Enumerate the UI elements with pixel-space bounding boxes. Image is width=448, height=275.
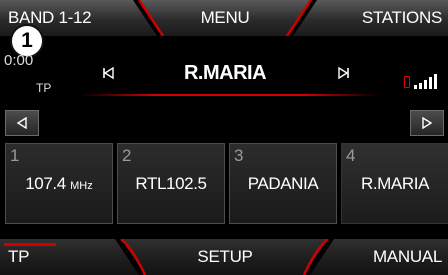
stations-tab[interactable]: STATIONS: [300, 0, 448, 36]
bottom-tab-bar: TP SETUP MANUAL: [0, 239, 448, 275]
next-station-button[interactable]: [410, 110, 444, 136]
clock: 0:00: [4, 52, 34, 69]
preset-label: 107.4 MHz: [6, 174, 112, 194]
signal-icon: [414, 74, 437, 89]
tab-separator: [133, 0, 165, 36]
skip-back-icon[interactable]: [101, 66, 115, 80]
preset-number: 3: [234, 146, 244, 165]
preset-number: 4: [346, 146, 356, 165]
tab-separator: [302, 239, 334, 275]
skip-forward-icon[interactable]: [337, 66, 351, 80]
menu-label: MENU: [200, 8, 250, 27]
preset-button-2[interactable]: 2 RTL102.5: [117, 143, 225, 224]
top-tab-bar: BAND 1-12 MENU STATIONS: [0, 0, 448, 36]
battery-icon: [404, 76, 410, 88]
prev-station-button[interactable]: [5, 110, 39, 136]
preset-label: RTL102.5: [135, 174, 207, 193]
preset-button-1[interactable]: 1 107.4 MHz: [5, 143, 113, 224]
tp-indicator: TP: [36, 81, 52, 95]
preset-unit: MHz: [70, 180, 93, 192]
stations-label: STATIONS: [361, 8, 442, 27]
tab-separator: [285, 0, 317, 36]
tp-tab-label: TP: [8, 247, 30, 266]
preset-label: PADANIA: [247, 174, 319, 193]
manual-label: MANUAL: [372, 247, 442, 266]
preset-button-3[interactable]: 3 PADANIA: [229, 143, 337, 224]
preset-label: R.MARIA: [360, 174, 430, 193]
radio-screen: BAND 1-12 MENU STATIONS 1 0:00 TP R.MARI…: [0, 0, 448, 275]
tab-separator: [115, 239, 147, 275]
preset-number: 2: [122, 146, 132, 165]
tp-active-indicator: [4, 243, 56, 246]
arrow-left-icon: [16, 117, 27, 129]
setup-label: SETUP: [197, 247, 253, 266]
preset-number: 1: [10, 146, 20, 165]
menu-tab[interactable]: MENU: [150, 0, 300, 36]
setup-tab[interactable]: SETUP: [150, 239, 300, 275]
current-station-name: R.MARIA: [183, 62, 267, 84]
arrow-right-icon: [422, 117, 433, 129]
preset-button-4[interactable]: 4 R.MARIA: [341, 143, 448, 224]
preset-frequency: 107.4: [25, 174, 66, 193]
station-underline: [80, 94, 380, 96]
